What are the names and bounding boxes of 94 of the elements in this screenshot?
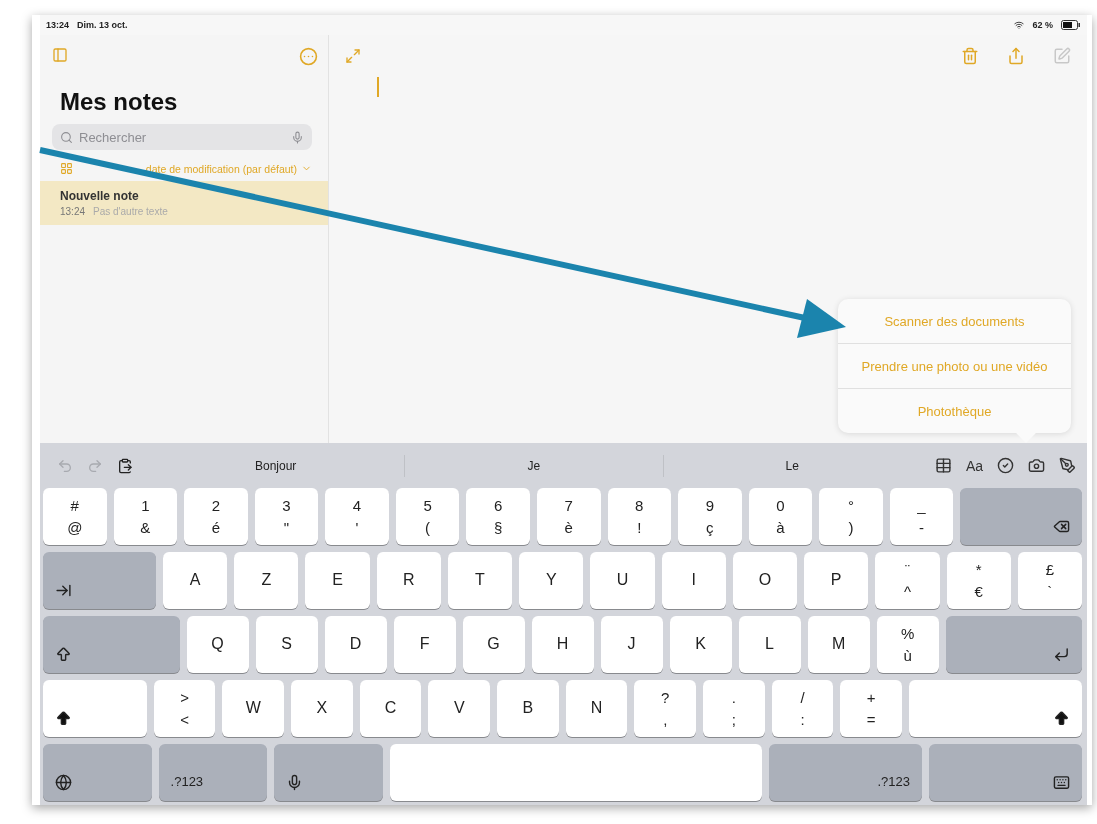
keyboard-key[interactable]: E bbox=[305, 552, 370, 609]
keyboard-key[interactable]: N bbox=[565, 680, 628, 737]
keyboard-key[interactable]: Q bbox=[186, 616, 249, 673]
keyboard-key[interactable]: O bbox=[732, 552, 798, 609]
keyboard-key[interactable]: K bbox=[669, 616, 732, 673]
keyboard-key[interactable]: 7 è bbox=[536, 488, 601, 545]
return-icon bbox=[1053, 646, 1071, 663]
keyboard-key[interactable]: 2 é bbox=[184, 488, 248, 545]
search-field[interactable]: Rechercher bbox=[77, 128, 287, 146]
keyboard-key[interactable]: 1 & bbox=[113, 488, 178, 545]
globe-icon bbox=[55, 774, 72, 791]
globe-key[interactable] bbox=[43, 744, 152, 801]
keyboard-key[interactable]: 5 ( bbox=[395, 488, 460, 545]
status-time: 13:24 bbox=[46, 20, 70, 30]
keyboard-key[interactable]: 0 à bbox=[748, 488, 813, 545]
format-button[interactable]: Aa bbox=[965, 457, 983, 474]
keyboard-key[interactable]: £ ` bbox=[1017, 552, 1082, 609]
table-icon[interactable] bbox=[934, 457, 952, 474]
caps-lock-key[interactable] bbox=[43, 616, 180, 673]
caps-lock-icon bbox=[55, 646, 72, 663]
paste-icon[interactable] bbox=[117, 457, 133, 474]
note-item[interactable]: Nouvelle note 13:24 Pas d'autre texte bbox=[40, 181, 328, 225]
tab-key[interactable] bbox=[43, 552, 156, 609]
keyboard-key[interactable]: 8 ! bbox=[607, 488, 672, 545]
battery-icon bbox=[1061, 20, 1081, 30]
keyboard-key[interactable]: + = bbox=[840, 680, 903, 737]
search-icon bbox=[60, 130, 73, 144]
keyboard-key[interactable]: J bbox=[600, 616, 663, 673]
keyboard-key[interactable]: 6 § bbox=[466, 488, 530, 545]
keyboard-key[interactable]: V bbox=[428, 680, 491, 737]
delete-icon bbox=[1053, 518, 1071, 535]
return-key[interactable] bbox=[945, 616, 1083, 673]
search-bar[interactable]: Rechercher bbox=[52, 124, 312, 150]
keyboard-key[interactable]: % ù bbox=[876, 616, 939, 673]
keyboard-key[interactable]: Y bbox=[519, 552, 584, 609]
camera-icon[interactable] bbox=[1028, 457, 1045, 474]
suggestion[interactable]: Le bbox=[662, 454, 921, 477]
keyboard-key[interactable]: ? , bbox=[634, 680, 697, 737]
keyboard-key[interactable]: P bbox=[804, 552, 869, 609]
shift-key[interactable] bbox=[43, 680, 147, 737]
keyboard-key[interactable]: # @ bbox=[43, 488, 107, 545]
checkmark-circle-icon[interactable] bbox=[997, 457, 1014, 474]
more-icon[interactable] bbox=[299, 47, 318, 66]
shift-icon bbox=[55, 710, 72, 727]
numbers-key[interactable]: .?123 bbox=[158, 744, 268, 801]
numbers-key[interactable]: .?123 bbox=[768, 744, 922, 801]
keyboard-key[interactable]: * € bbox=[946, 552, 1011, 609]
sidebar-icon[interactable] bbox=[52, 47, 68, 63]
keyboard-key[interactable]: C bbox=[359, 680, 422, 737]
keyboard-key[interactable]: _ - bbox=[889, 488, 954, 545]
expand-icon[interactable] bbox=[345, 48, 361, 64]
keyboard-key[interactable]: L bbox=[738, 616, 801, 673]
grid-icon[interactable] bbox=[60, 162, 73, 175]
sidebar-title: Mes notes bbox=[60, 88, 179, 116]
hide-keyboard-key[interactable] bbox=[928, 744, 1082, 801]
keyboard-key[interactable]: D bbox=[324, 616, 387, 673]
keyboard-key[interactable]: W bbox=[222, 680, 285, 737]
shift-icon bbox=[1053, 710, 1071, 727]
keyboard-key[interactable]: 4 ' bbox=[325, 488, 389, 545]
keyboard-key[interactable]: R bbox=[376, 552, 441, 609]
keyboard-key[interactable]: M bbox=[807, 616, 870, 673]
mic-icon[interactable] bbox=[291, 130, 304, 144]
suggestion[interactable]: Bonjour bbox=[147, 454, 405, 477]
keyboard-key[interactable]: 9 ç bbox=[678, 488, 742, 545]
keyboard-key[interactable]: / : bbox=[771, 680, 834, 737]
pen-icon[interactable] bbox=[1059, 457, 1076, 474]
keyboard-key[interactable]: F bbox=[393, 616, 456, 673]
keyboard-key[interactable]: S bbox=[255, 616, 318, 673]
keyboard-key[interactable]: U bbox=[590, 552, 655, 609]
delete-key[interactable] bbox=[960, 488, 1083, 545]
text-cursor bbox=[377, 77, 379, 97]
keyboard-key[interactable]: ¨ ^ bbox=[875, 552, 940, 609]
keyboard-key[interactable]: B bbox=[497, 680, 559, 737]
battery-percent: 62 % bbox=[1032, 20, 1053, 30]
keyboard-key[interactable]: 3 " bbox=[254, 488, 319, 545]
keyboard-key[interactable]: I bbox=[661, 552, 726, 609]
tab-icon bbox=[55, 582, 72, 599]
keyboard-key[interactable]: T bbox=[447, 552, 513, 609]
wifi-icon bbox=[1014, 20, 1025, 30]
keyboard-key[interactable]: H bbox=[531, 616, 594, 673]
keyboard-key[interactable]: G bbox=[462, 616, 525, 673]
keyboard-key[interactable]: > < bbox=[153, 680, 216, 737]
keyboard-key[interactable]: A bbox=[162, 552, 228, 609]
shift-key[interactable] bbox=[909, 680, 1083, 737]
keyboard-key[interactable]: X bbox=[291, 680, 353, 737]
dictation-key[interactable] bbox=[274, 744, 383, 801]
status-date: Dim. 13 oct. bbox=[77, 20, 128, 30]
suggestion[interactable]: Je bbox=[404, 454, 663, 477]
keyboard-key[interactable]: Z bbox=[234, 552, 299, 609]
share-icon[interactable] bbox=[1007, 47, 1025, 65]
trash-icon[interactable] bbox=[961, 47, 979, 65]
space-bar[interactable] bbox=[389, 744, 762, 801]
keyboard-key[interactable]: . ; bbox=[703, 680, 765, 737]
keyboard-key[interactable]: ° ) bbox=[819, 488, 883, 545]
